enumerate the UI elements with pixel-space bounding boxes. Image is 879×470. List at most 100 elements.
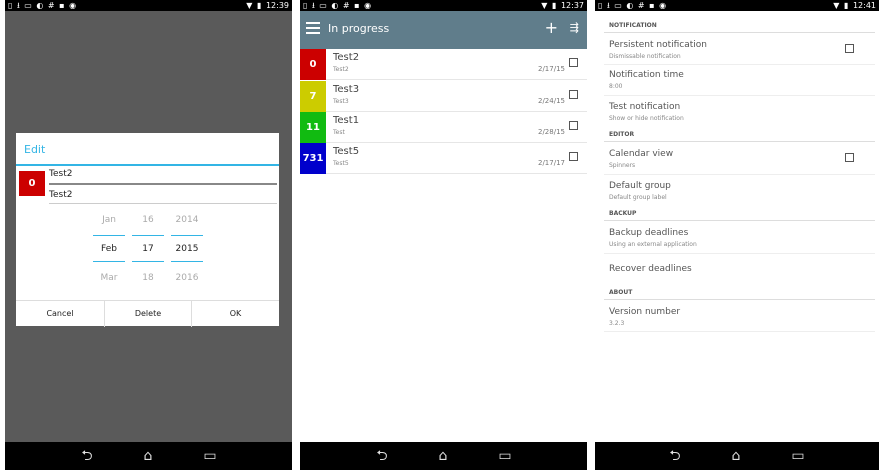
- name-field[interactable]: Test2: [49, 168, 277, 185]
- month-next[interactable]: Mar: [93, 273, 125, 283]
- notification-time-summary: 8:00: [609, 83, 623, 90]
- year-divider-top: [171, 235, 203, 236]
- calendar-view-summary: Spinners: [609, 162, 636, 169]
- persistent-notification-title[interactable]: Persistent notification: [609, 40, 707, 50]
- section-divider: [604, 32, 875, 33]
- item-group: Test3: [333, 98, 349, 105]
- item-checkbox[interactable]: [569, 152, 578, 161]
- notification-icons: ▯ ⭳ ▭ ◐ # ▪ ◉: [8, 1, 78, 10]
- delete-button[interactable]: Delete: [105, 301, 191, 327]
- test-notification-title[interactable]: Test notification: [609, 102, 680, 112]
- dialog-title: Edit: [24, 143, 46, 156]
- default-group-summary: Default group label: [609, 194, 667, 201]
- app-bar: In progress + ⇶: [300, 11, 587, 49]
- day-divider-top: [132, 235, 164, 236]
- navigation-bar: ⮌ ⌂ ▭: [5, 442, 292, 470]
- persistent-notification-checkbox[interactable]: [845, 44, 854, 53]
- month-prev[interactable]: Jan: [93, 215, 125, 225]
- battery-icon: ▮: [256, 1, 262, 10]
- item-date: 2/24/15: [538, 97, 565, 105]
- list-item[interactable]: 0 Test2 Test2 2/17/15: [300, 49, 587, 80]
- test-notification-summary: Show or hide notification: [609, 115, 684, 122]
- calendar-view-title[interactable]: Calendar view: [609, 149, 673, 159]
- calendar-view-checkbox[interactable]: [845, 153, 854, 162]
- filter-icon[interactable]: ⇶: [570, 21, 579, 34]
- list-item[interactable]: 7 Test3 Test3 2/24/15: [300, 81, 587, 112]
- status-bar: ▯ ⭳ ▭ ◐ # ▪ ◉ ▼ ▮ 12:41: [595, 0, 879, 11]
- edit-screen: ▯ ⭳ ▭ ◐ # ▪ ◉ ▼ ▮ 12:39 Edit 0 Test2 Tes…: [5, 0, 292, 470]
- notification-icons: ▯ ⭳ ▭ ◐ # ▪ ◉: [598, 1, 668, 10]
- default-group-title[interactable]: Default group: [609, 181, 671, 191]
- item-checkbox[interactable]: [569, 90, 578, 99]
- group-field[interactable]: Test2: [49, 188, 277, 204]
- year-prev[interactable]: 2014: [171, 215, 203, 225]
- section-divider: [604, 141, 875, 142]
- wifi-icon: ▼: [246, 1, 253, 10]
- backup-deadlines-title[interactable]: Backup deadlines: [609, 228, 688, 238]
- year-picker[interactable]: 2015: [171, 244, 203, 254]
- clock: 12:39: [265, 1, 289, 10]
- navigation-bar: ⮌ ⌂ ▭: [595, 442, 879, 470]
- list-item[interactable]: 731 Test5 Test5 2/17/17: [300, 143, 587, 174]
- section-divider: [604, 220, 875, 221]
- section-header-editor: EDITOR: [609, 131, 635, 138]
- dialog-buttons: Cancel Delete OK: [16, 300, 279, 327]
- home-icon[interactable]: ⌂: [721, 447, 751, 465]
- version-number-value: 3.2.3: [609, 320, 625, 327]
- settings-screen: ▯ ⭳ ▭ ◐ # ▪ ◉ ▼ ▮ 12:41 NOTIFICATION Per…: [595, 0, 879, 470]
- back-icon[interactable]: ⮌: [72, 447, 102, 465]
- day-next[interactable]: 18: [132, 273, 164, 283]
- item-group: Test5: [333, 160, 349, 167]
- clock: 12:37: [560, 1, 584, 10]
- item-title: Test1: [333, 115, 360, 126]
- day-divider-bottom: [132, 261, 164, 262]
- battery-icon: ▮: [843, 1, 849, 10]
- navigation-bar: ⮌ ⌂ ▭: [300, 442, 587, 470]
- day-prev[interactable]: 16: [132, 215, 164, 225]
- back-icon[interactable]: ⮌: [367, 447, 397, 465]
- year-next[interactable]: 2016: [171, 273, 203, 283]
- item-checkbox[interactable]: [569, 58, 578, 67]
- ok-button[interactable]: OK: [192, 301, 279, 327]
- persistent-notification-summary: Dismissable notification: [609, 53, 681, 60]
- item-title: Test2: [333, 52, 360, 63]
- menu-icon[interactable]: [306, 22, 320, 36]
- recover-deadlines-title[interactable]: Recover deadlines: [609, 264, 692, 274]
- day-picker[interactable]: 17: [132, 244, 164, 254]
- battery-icon: ▮: [551, 1, 557, 10]
- item-date: 2/17/17: [538, 159, 565, 167]
- notification-icons: ▯ ⭳ ▭ ◐ # ▪ ◉: [303, 1, 373, 10]
- days-badge: 11: [300, 112, 326, 143]
- page-title: In progress: [328, 22, 390, 35]
- back-icon[interactable]: ⮌: [660, 447, 690, 465]
- item-divider: [604, 174, 875, 175]
- status-bar: ▯ ⭳ ▭ ◐ # ▪ ◉ ▼ ▮ 12:39: [5, 0, 292, 11]
- days-badge: 7: [300, 81, 326, 112]
- item-divider: [604, 253, 875, 254]
- item-date: 2/28/15: [538, 128, 565, 136]
- year-divider-bottom: [171, 261, 203, 262]
- days-badge: 0: [19, 171, 45, 196]
- status-bar: ▯ ⭳ ▭ ◐ # ▪ ◉ ▼ ▮ 12:37: [300, 0, 587, 11]
- wifi-icon: ▼: [541, 1, 548, 10]
- item-divider: [604, 331, 875, 332]
- recent-apps-icon[interactable]: ▭: [783, 447, 813, 465]
- notification-time-title[interactable]: Notification time: [609, 70, 684, 80]
- home-icon[interactable]: ⌂: [428, 447, 458, 465]
- recent-apps-icon[interactable]: ▭: [490, 447, 520, 465]
- item-divider: [604, 95, 875, 96]
- section-header-notification: NOTIFICATION: [609, 22, 657, 29]
- list-screen: ▯ ⭳ ▭ ◐ # ▪ ◉ ▼ ▮ 12:37 In progress + ⇶ …: [300, 0, 587, 470]
- dialog-title-divider: [16, 164, 279, 166]
- item-checkbox[interactable]: [569, 121, 578, 130]
- item-group: Test2: [333, 66, 349, 73]
- month-divider-top: [93, 235, 125, 236]
- list-item[interactable]: 11 Test1 Test 2/28/15: [300, 112, 587, 143]
- home-icon[interactable]: ⌂: [133, 447, 163, 465]
- add-icon[interactable]: +: [545, 18, 558, 37]
- section-header-backup: BACKUP: [609, 210, 637, 217]
- month-picker[interactable]: Feb: [93, 244, 125, 254]
- recent-apps-icon[interactable]: ▭: [195, 447, 225, 465]
- item-date: 2/17/15: [538, 65, 565, 73]
- cancel-button[interactable]: Cancel: [16, 301, 104, 327]
